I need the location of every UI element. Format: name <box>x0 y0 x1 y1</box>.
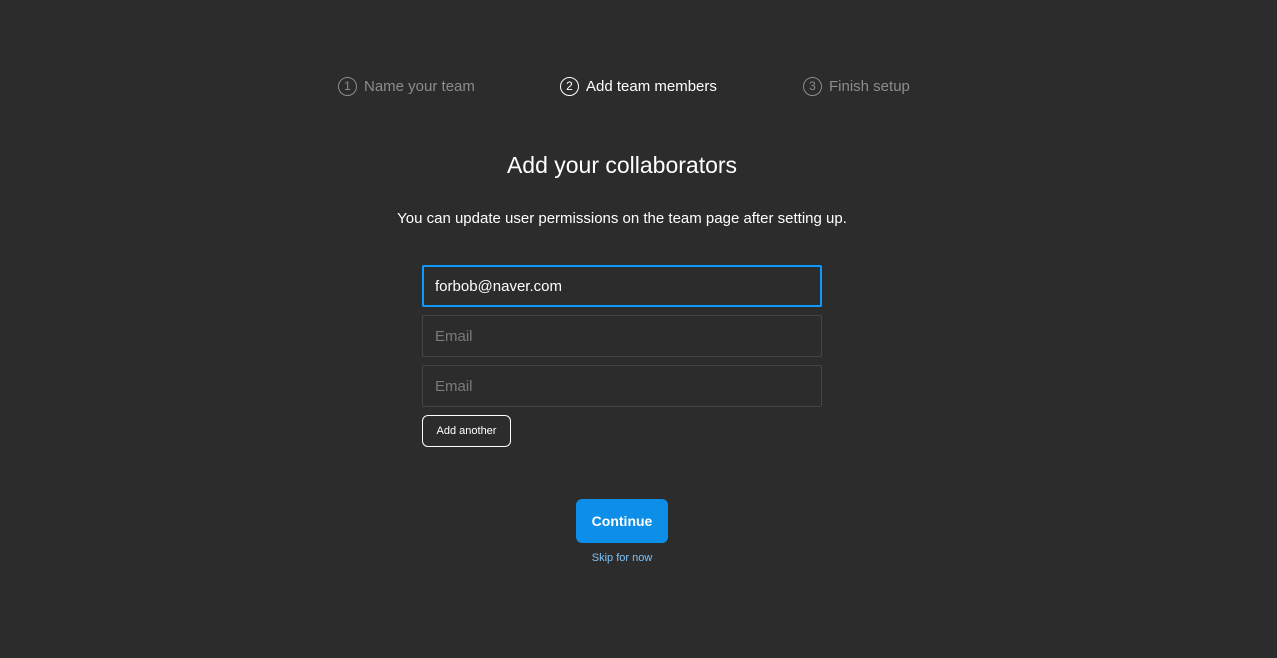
step-finish-setup: 3 Finish setup <box>803 75 910 97</box>
page-title: Add your collaborators <box>506 152 738 178</box>
skip-for-now-link[interactable]: Skip for now <box>572 552 672 564</box>
email-field-1[interactable] <box>422 265 822 307</box>
setup-stepper: 1 Name your team 2 Add team members 3 Fi… <box>0 75 1277 97</box>
step-add-team-members: 2 Add team members <box>560 75 717 97</box>
step-2-number-icon: 2 <box>560 76 579 96</box>
add-another-button[interactable]: Add another <box>422 415 511 447</box>
step-2-label: Add team members <box>586 77 717 95</box>
step-name-your-team: 1 Name your team <box>338 75 475 97</box>
step-3-label: Finish setup <box>829 77 910 95</box>
continue-button[interactable]: Continue <box>576 499 668 543</box>
email-field-2[interactable] <box>422 315 822 357</box>
step-1-number-icon: 1 <box>338 76 357 96</box>
page-subtitle: You can update user permissions on the t… <box>397 210 847 227</box>
email-field-3[interactable] <box>422 365 822 407</box>
step-1-label: Name your team <box>364 77 475 95</box>
step-3-number-icon: 3 <box>803 76 822 96</box>
